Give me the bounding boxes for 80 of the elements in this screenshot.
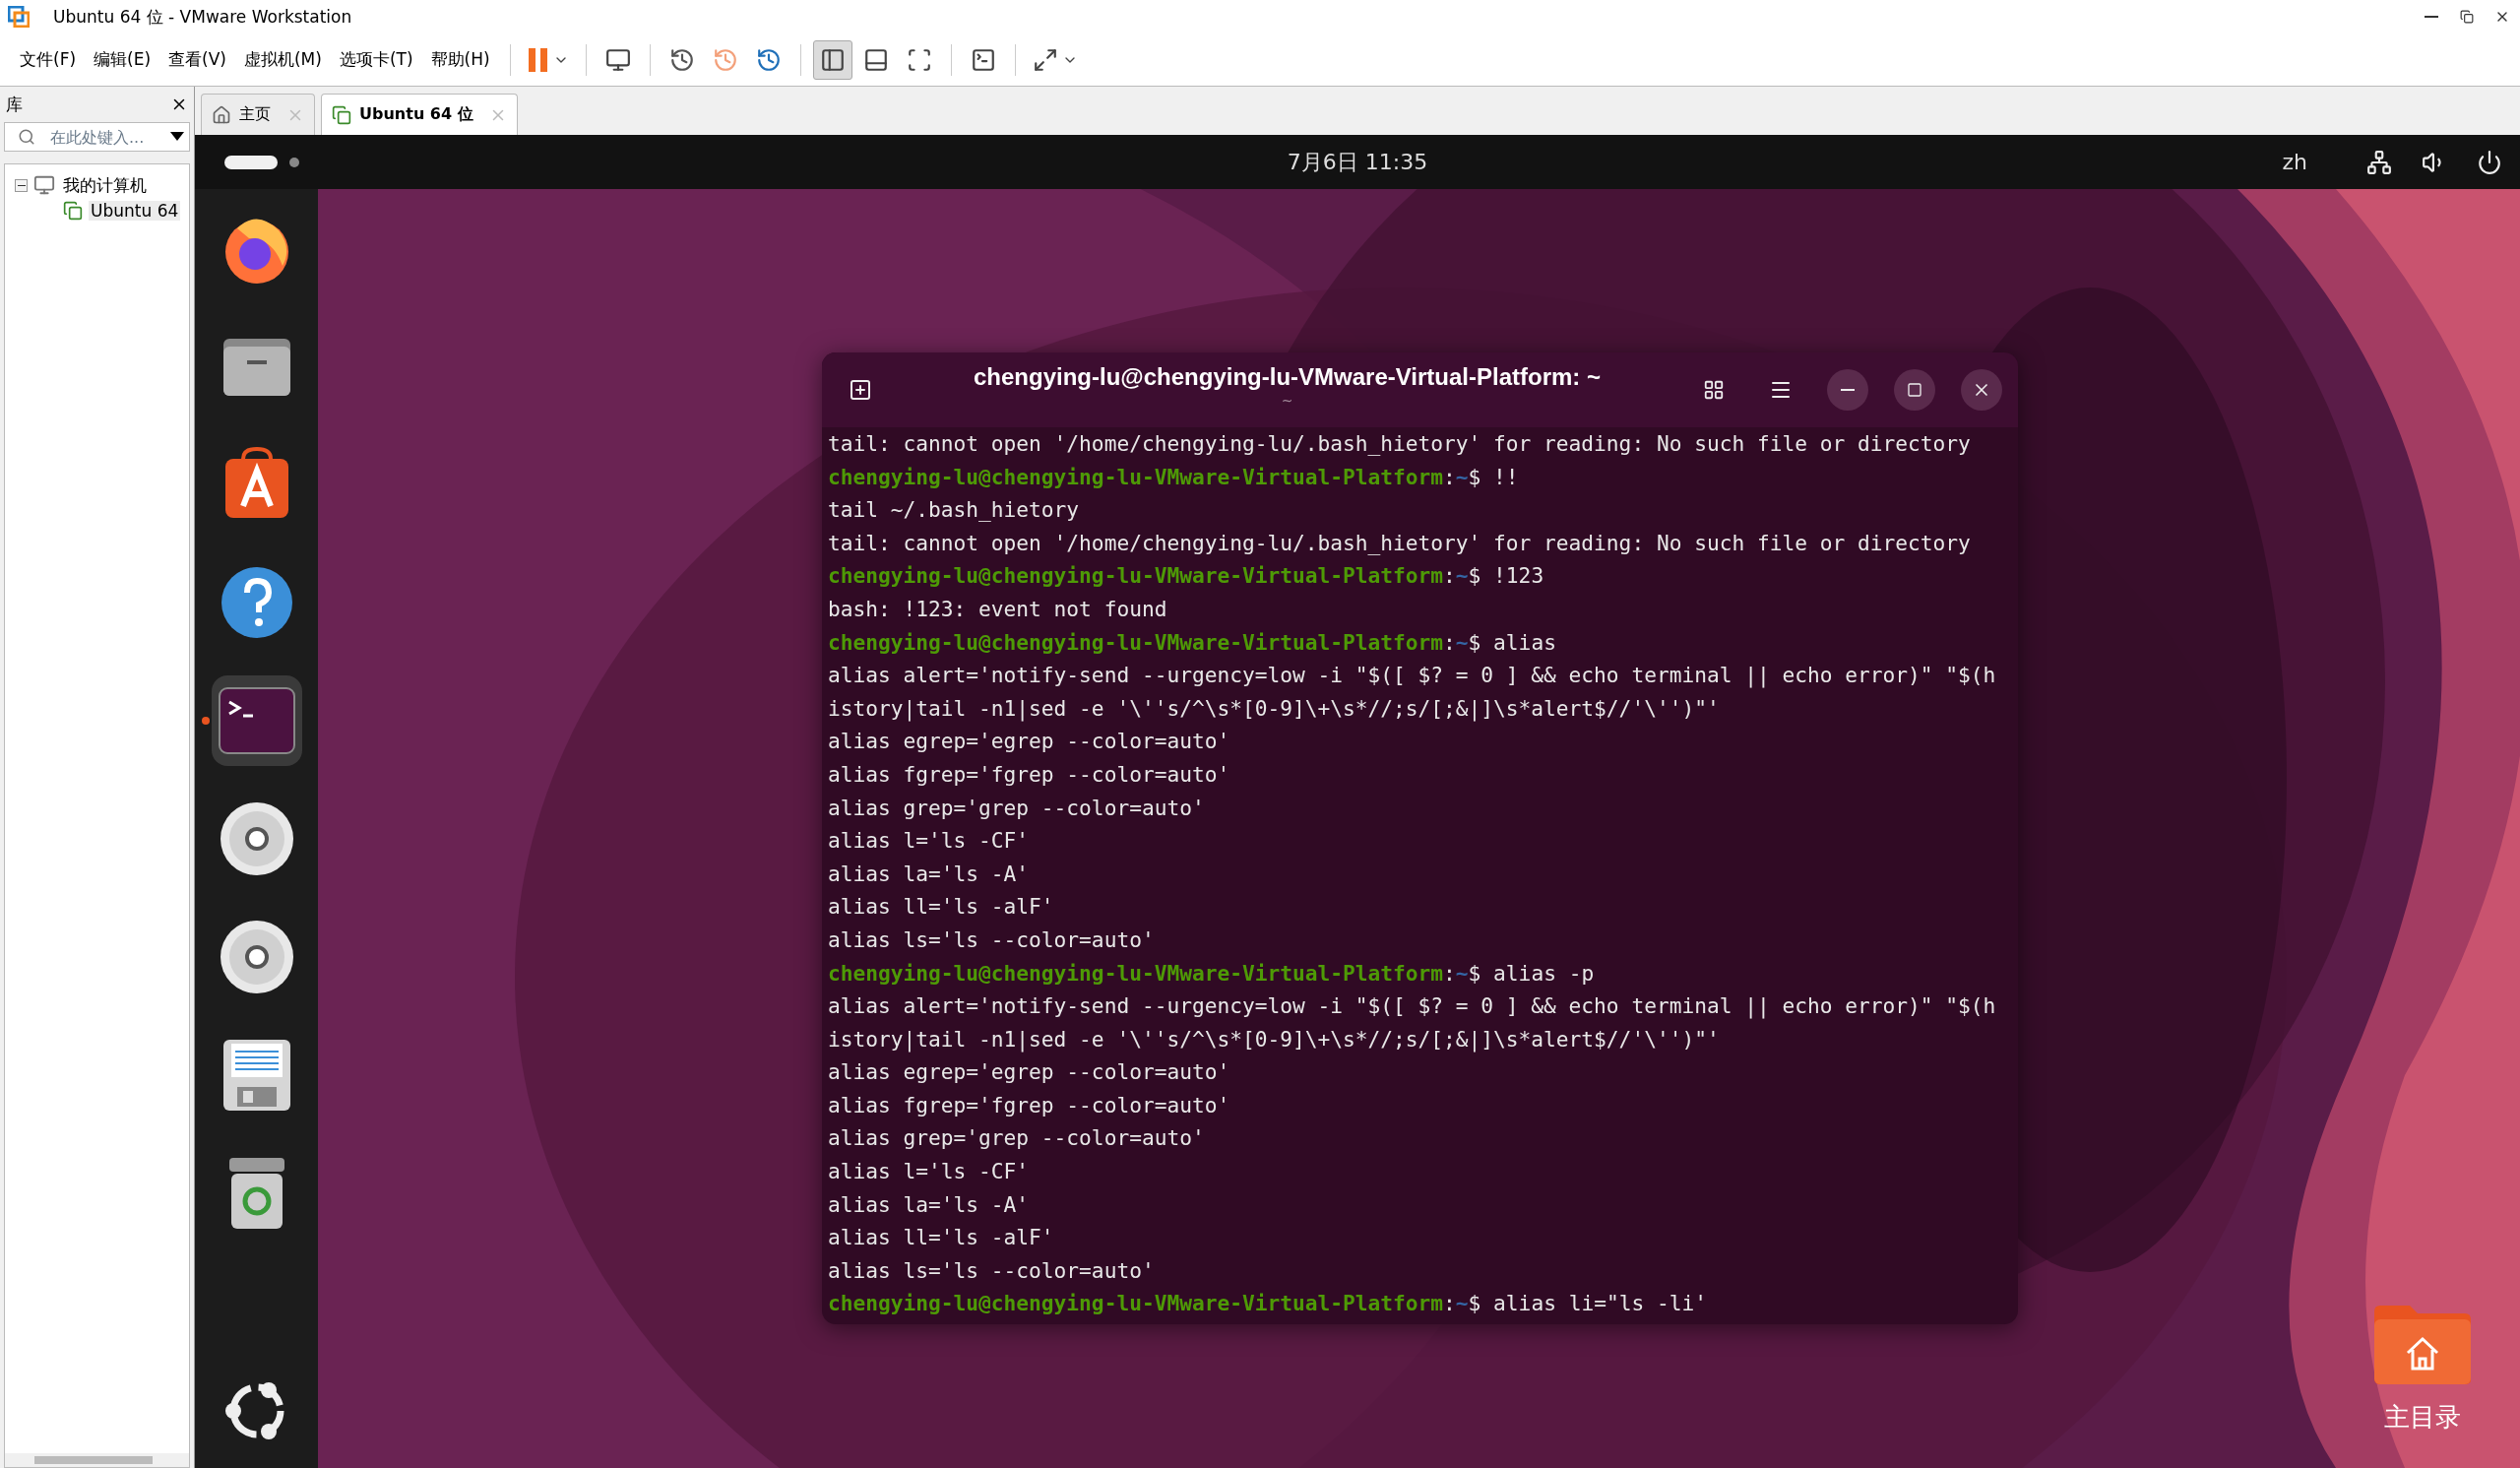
output-line: istory|tail -n1|sed -e '\''s/^\s*[0-9]\+\s*//;s/[;&|]\s*alert$//'\'')"' (828, 694, 1721, 724)
panel-title: 库 (6, 93, 23, 116)
output-line: alias la='ls -A' (828, 860, 1031, 888)
computer-icon (33, 174, 55, 196)
prompt-line: chengying-lu@chengying-lu-VMware-Virtual-Platform:~$ alias (828, 628, 1557, 657)
fullscreen-icon (1032, 46, 1058, 73)
output-line: alias l='ls -CF' (828, 827, 1031, 856)
home-icon (212, 104, 231, 125)
scrollbar[interactable] (5, 1453, 189, 1467)
tab[interactable]: Ubuntu 64 位 (321, 94, 518, 135)
output-line: bash: !123: event not found (828, 595, 1168, 623)
vm-icon (332, 104, 351, 125)
output-line: alias fgrep='fgrep --color=auto' (828, 760, 1231, 789)
clock-icon (712, 46, 738, 73)
clock-icon (755, 46, 782, 73)
tree-item[interactable]: 我的计算机 (61, 173, 149, 197)
window-title: Ubuntu 64 位 - VMware Workstation (53, 5, 353, 29)
dropdown-icon[interactable] (170, 132, 184, 142)
menu-item[interactable]: 文件(F) (12, 44, 85, 75)
terminal-title: chengying-lu@chengying-lu-VMware-Virtual-Platform: ~ (974, 363, 1601, 391)
panel-left-icon (819, 46, 846, 73)
toolbar-button[interactable] (812, 39, 852, 80)
app-logo-icon (8, 6, 30, 28)
output-line: alias fgrep='fgrep --color=auto' (828, 1091, 1231, 1119)
menu-item[interactable]: 选项卡(T) (331, 44, 421, 75)
output-line: alias grep='grep --color=auto' (828, 794, 1206, 822)
menu-item[interactable]: 查看(V) (160, 44, 234, 75)
panel-bottom-icon (862, 46, 889, 73)
output-line: tail ~/.bash_hietory (828, 496, 1081, 525)
clock-icon (668, 46, 695, 73)
prompt-line: chengying-lu@chengying-lu-VMware-Virtual-Platform:~$ !123 (828, 562, 1545, 591)
output-line: alias egrep='egrep --color=auto' (828, 1058, 1231, 1087)
desktop-icon-label[interactable]: 主目录 (2384, 1400, 2461, 1435)
console-icon (970, 46, 996, 73)
monitor-icon (604, 46, 631, 73)
workspace-dot[interactable] (289, 157, 299, 167)
output-line: tail: cannot open '/home/chengying-lu/.bash_hietory' for reading: No such file or directory (828, 529, 1972, 557)
running-indicator (201, 717, 210, 725)
pause-icon (527, 46, 549, 73)
prompt-line: chengying-lu@chengying-lu-VMware-Virtual-Platform:~$ alias li="ls -li' (828, 1290, 1708, 1318)
search-field[interactable]: 在此处键入... (4, 122, 190, 152)
output-line: alias alert='notify-send --urgency=low -i "$([ $? = 0 ] && echo terminal || echo error)" "$(h (828, 992, 1997, 1021)
minimize-icon (2425, 16, 2438, 18)
terminal-icon (217, 686, 296, 755)
prompt-line: chengying-lu@chengying-lu-VMware-Virtual-Platform:~$ alias -p (828, 959, 1596, 988)
menu-item[interactable]: 编辑(E) (86, 44, 159, 75)
output-line: alias grep='grep --color=auto' (828, 1124, 1206, 1153)
output-line: alias ll='ls -alF' (828, 1224, 1055, 1252)
output-line: alias alert='notify-send --urgency=low -i "$([ $? = 0 ] && echo terminal || echo error)" "$(h (828, 662, 1997, 690)
terminal-subtitle: ~ (1281, 393, 1293, 409)
menu-item[interactable]: 帮助(H) (422, 44, 498, 75)
menu-item[interactable]: 虚拟机(M) (235, 44, 330, 75)
output-line: tail: cannot open '/home/chengying-lu/.bash_hietory' for reading: No such file or directory (828, 430, 1972, 458)
output-line: alias ls='ls --color=auto' (828, 925, 1156, 954)
power-icon[interactable] (2477, 149, 2502, 175)
network-icon[interactable] (2366, 149, 2392, 175)
prompt-line: chengying-lu@chengying-lu-VMware-Virtual-Platform:~$ !! (828, 463, 1520, 491)
output-line: alias l='ls -CF' (828, 1158, 1031, 1186)
output-line: istory|tail -n1|sed -e '\''s/^\s*[0-9]\+\s*//;s/[;&|]\s*alert$//'\'')"' (828, 1025, 1721, 1054)
output-line: alias la='ls -A' (828, 1190, 1031, 1219)
clock[interactable]: 7月6日 11:35 (1287, 147, 1428, 177)
input-method[interactable]: zh (2282, 150, 2307, 174)
output-line: alias ls='ls --color=auto' (828, 1256, 1156, 1285)
tree-item[interactable]: Ubuntu 64 (89, 201, 181, 221)
search-icon (18, 128, 35, 146)
collapse-toggle[interactable] (15, 178, 28, 192)
output-line: alias egrep='egrep --color=auto' (828, 728, 1231, 756)
restore-icon (2460, 10, 2474, 24)
minimize-icon (1841, 389, 1855, 391)
new-tab-icon (849, 378, 872, 402)
grid-icon (1703, 379, 1725, 401)
vm-icon (63, 201, 83, 221)
activities-indicator[interactable] (224, 155, 278, 169)
tab[interactable]: 主页 (201, 94, 315, 135)
maximize-button[interactable] (1894, 369, 1935, 411)
fit-screen-icon (906, 46, 932, 73)
maximize-icon (1907, 382, 1922, 398)
minus-icon (17, 184, 26, 186)
close-button[interactable] (1961, 369, 2002, 411)
output-line: alias ll='ls -alF' (828, 893, 1055, 922)
